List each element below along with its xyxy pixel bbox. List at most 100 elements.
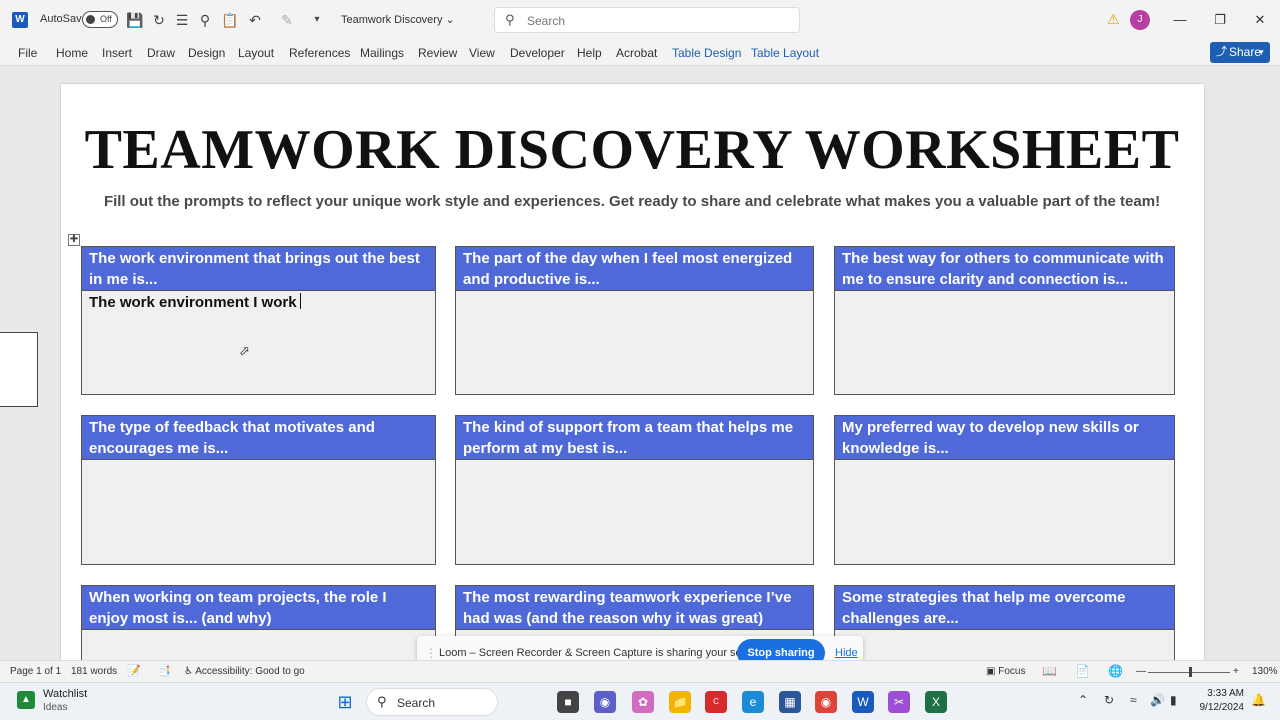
tab-developer[interactable]: Developer <box>510 46 565 60</box>
document-title[interactable]: Teamwork Discovery ⌄ <box>341 13 455 26</box>
edge-icon[interactable]: e <box>742 691 764 713</box>
response-area[interactable] <box>835 460 1174 464</box>
toggle-knob <box>86 15 95 24</box>
response-area[interactable] <box>835 630 1174 634</box>
zoom-slider-thumb[interactable] <box>1189 667 1192 677</box>
hide-link[interactable]: Hide <box>835 647 858 659</box>
avatar[interactable]: J <box>1130 10 1150 30</box>
tab-insert[interactable]: Insert <box>102 46 132 60</box>
accessibility-status[interactable]: ♿ Accessibility: Good to go <box>184 666 305 677</box>
warning-icon[interactable]: ⚠ <box>1107 11 1120 28</box>
table-move-handle-icon[interactable]: ✚ <box>68 234 80 246</box>
list-icon[interactable]: ☰ <box>173 11 191 29</box>
accessibility-label: Accessibility: Good to go <box>195 666 305 677</box>
prompt-cell[interactable]: The kind of support from a team that hel… <box>455 415 814 565</box>
response-area[interactable] <box>456 630 813 634</box>
track-changes-icon[interactable]: 📑 <box>157 664 171 677</box>
response-area[interactable] <box>82 630 435 634</box>
tray-chevron-up-icon[interactable]: ⌃ <box>1078 693 1088 707</box>
word-logo-icon: W <box>12 12 28 28</box>
restore-icon[interactable]: ❐ <box>1210 10 1230 30</box>
canon-app-icon[interactable]: C <box>705 691 727 713</box>
prompt-cell[interactable]: The part of the day when I feel most ene… <box>455 246 814 395</box>
page-count[interactable]: Page 1 of 1 <box>10 666 61 677</box>
tab-references[interactable]: References <box>289 46 350 60</box>
tab-view[interactable]: View <box>469 46 495 60</box>
prompt-header: The most rewarding teamwork experience I… <box>456 586 813 630</box>
tab-help[interactable]: Help <box>577 46 602 60</box>
tab-home[interactable]: Home <box>56 46 88 60</box>
search-input[interactable] <box>527 12 787 29</box>
title-bar: W AutoSave Off 💾 ↻ ☰ ⚲ 📋 ↶ ✎ ▾ Teamwork … <box>0 0 1280 40</box>
search-icon: ⚲ <box>377 694 387 709</box>
format-painter-icon[interactable]: ✎ <box>278 11 296 29</box>
clock-time: 3:33 AM <box>1207 688 1244 699</box>
tab-layout[interactable]: Layout <box>238 46 274 60</box>
battery-icon[interactable]: ▮ <box>1170 693 1177 707</box>
prompt-cell[interactable]: Some strategies that help me overcome ch… <box>834 585 1175 660</box>
notification-bell-icon[interactable]: 🔔 <box>1251 693 1266 707</box>
print-layout-icon[interactable]: 📄 <box>1075 664 1090 678</box>
tab-acrobat[interactable]: Acrobat <box>616 46 657 60</box>
response-area[interactable] <box>82 460 435 464</box>
web-layout-icon[interactable]: 🌐 <box>1108 664 1123 678</box>
folder-icon[interactable]: 📁 <box>669 691 691 713</box>
taskbar-search[interactable]: ⚲ Search <box>366 688 498 716</box>
windows-start-icon[interactable]: ⊞ <box>334 691 356 713</box>
teams-icon[interactable]: ◉ <box>594 691 616 713</box>
watchlist-widget-icon[interactable]: ▲ <box>17 691 35 709</box>
sync-icon[interactable]: ↻ <box>1104 693 1114 707</box>
response-area[interactable] <box>456 460 813 464</box>
proofing-icon[interactable]: 📝 <box>127 664 141 677</box>
response-area[interactable] <box>835 291 1174 295</box>
wifi-icon[interactable]: ≈ <box>1130 693 1137 707</box>
word-count[interactable]: 181 words <box>71 666 117 677</box>
zoom-level[interactable]: 130% <box>1252 666 1278 677</box>
snipping-tool-icon[interactable]: ✂ <box>888 691 910 713</box>
zoom-out-icon[interactable]: — <box>1136 666 1146 677</box>
tab-draw[interactable]: Draw <box>147 46 175 60</box>
excel-icon[interactable]: X <box>925 691 947 713</box>
zoom-in-icon[interactable]: + <box>1233 666 1239 677</box>
autosave-sync-icon[interactable]: ↻ <box>150 11 168 29</box>
word-taskbar-icon[interactable]: W <box>852 691 874 713</box>
response-text: The work environment I work <box>89 294 297 311</box>
tab-design[interactable]: Design <box>188 46 225 60</box>
drag-handle-icon[interactable]: ⋮ <box>425 646 437 660</box>
copilot-icon[interactable]: ✿ <box>632 691 654 713</box>
prompt-cell[interactable]: When working on team projects, the role … <box>81 585 436 660</box>
file-explorer-dark-icon[interactable]: ■ <box>557 691 579 713</box>
share-icon: ⤴ <box>1216 46 1227 58</box>
tab-table-design[interactable]: Table Design <box>672 46 741 60</box>
focus-label: Focus <box>998 666 1026 677</box>
undo-icon[interactable]: ↶ <box>246 11 264 29</box>
tab-table-layout[interactable]: Table Layout <box>751 46 819 60</box>
clipboard-icon[interactable]: 📋 <box>221 11 239 29</box>
volume-icon[interactable]: 🔊 <box>1150 693 1165 707</box>
focus-mode[interactable]: ▣ Focus <box>986 666 1025 677</box>
search-icon[interactable]: ⚲ <box>196 11 214 29</box>
prompt-header: The kind of support from a team that hel… <box>456 416 813 460</box>
tab-mailings[interactable]: Mailings <box>360 46 404 60</box>
store-icon[interactable]: ▦ <box>779 691 801 713</box>
share-button[interactable]: ⤴ Share ▾ <box>1210 42 1270 63</box>
watchlist-title[interactable]: Watchlist <box>43 688 87 700</box>
save-icon[interactable]: 💾 <box>126 11 144 29</box>
tab-file[interactable]: File <box>18 46 37 60</box>
autosave-toggle[interactable]: Off <box>82 11 118 28</box>
chrome-icon[interactable]: ◉ <box>815 691 837 713</box>
tab-review[interactable]: Review <box>418 46 457 60</box>
read-mode-icon[interactable]: 📖 <box>1042 664 1057 678</box>
response-area[interactable]: The work environment I work <box>82 291 435 313</box>
minimize-icon[interactable]: — <box>1170 10 1190 30</box>
prompt-cell[interactable]: The best way for others to communicate w… <box>834 246 1175 395</box>
response-area[interactable] <box>456 291 813 295</box>
close-icon[interactable]: ✕ <box>1250 10 1270 30</box>
search-box[interactable]: ⚲ <box>494 7 800 33</box>
customize-qat-chevron-icon[interactable]: ▾ <box>308 11 326 29</box>
prompt-header: When working on team projects, the role … <box>82 586 435 630</box>
prompt-cell[interactable]: The type of feedback that motivates and … <box>81 415 436 565</box>
prompt-cell[interactable]: The work environment that brings out the… <box>81 246 436 395</box>
system-clock[interactable]: 3:33 AM 9/12/2024 <box>1196 687 1245 715</box>
prompt-cell[interactable]: My preferred way to develop new skills o… <box>834 415 1175 565</box>
